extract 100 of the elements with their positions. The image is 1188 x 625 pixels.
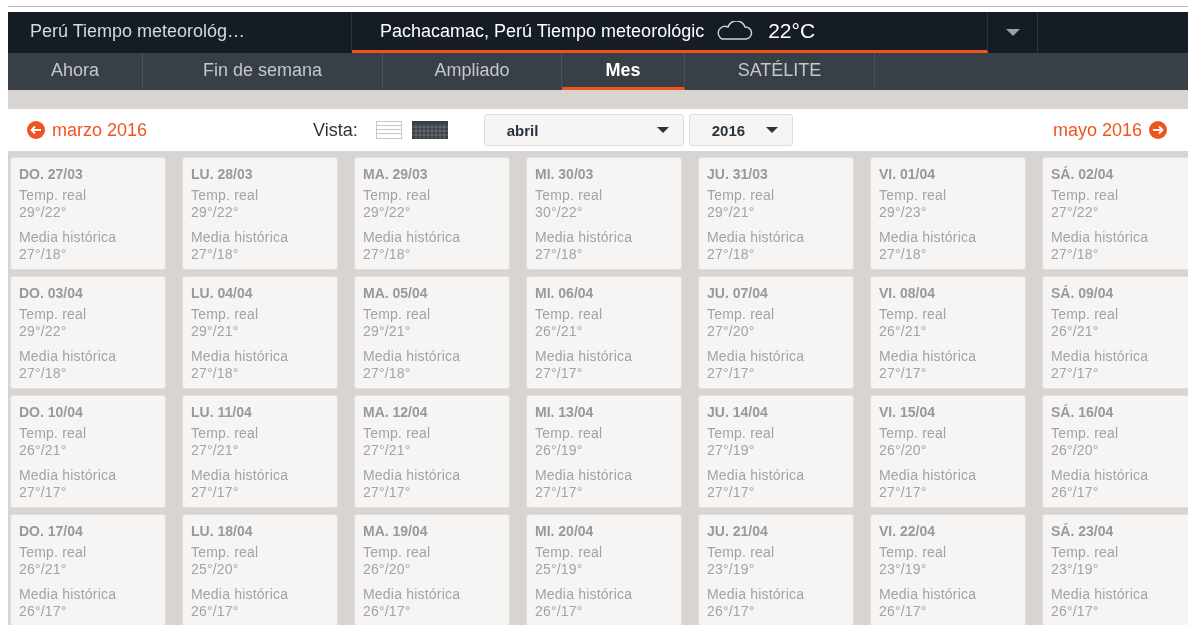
real-temp-label: Temp. real (1051, 306, 1120, 323)
day-card[interactable]: DO. 17/04 Temp. real 26°/21° Media histórica 26°/17° (10, 514, 166, 625)
day-card[interactable]: VI. 08/04 Temp. real 26°/21° Media histórica 27°/17° (870, 276, 1026, 389)
real-temp-value: 29°/22° (363, 204, 412, 221)
day-date: LU. 28/03 (191, 166, 254, 182)
day-card[interactable]: JU. 14/04 Temp. real 27°/19° Media histórica 27°/17° (698, 395, 854, 508)
average-temp-value: 27°/17° (707, 365, 756, 382)
day-date: MI. 30/03 (535, 166, 595, 182)
average-temp-label: Media histórica (535, 229, 634, 246)
real-temp-value: 27°/20° (707, 323, 756, 340)
average-temp-value: 27°/17° (19, 484, 68, 501)
day-date: DO. 17/04 (19, 523, 84, 539)
real-temp-label: Temp. real (707, 306, 776, 323)
real-temp-value: 26°/20° (879, 442, 928, 459)
average-temp-value: 27°/17° (1051, 365, 1100, 382)
month-select[interactable]: abril (483, 114, 684, 146)
day-date: SÁ. 09/04 (1051, 285, 1115, 301)
real-temp-value: 26°/21° (19, 442, 68, 459)
average-temp-label: Media histórica (19, 229, 118, 246)
day-card[interactable]: LU. 18/04 Temp. real 25°/20° Media histórica 26°/17° (182, 514, 338, 625)
real-temp-value: 27°/19° (707, 442, 756, 459)
day-card[interactable]: SÁ. 23/04 Temp. real 23°/19° Media histórica 26°/17° (1042, 514, 1188, 625)
average-temp-value: 27°/17° (879, 484, 928, 501)
real-temp-label: Temp. real (879, 425, 948, 442)
average-temp-label: Media histórica (363, 229, 462, 246)
day-card[interactable]: MA. 12/04 Temp. real 27°/21° Media histórica 27°/17° (354, 395, 510, 508)
real-temp-value: 27°/21° (191, 442, 240, 459)
day-date: VI. 01/04 (879, 166, 937, 182)
average-temp-label: Media histórica (19, 348, 118, 365)
next-month-link[interactable]: mayo 2016 (1052, 119, 1168, 141)
average-temp-value: 26°/17° (707, 603, 756, 620)
day-card[interactable]: LU. 11/04 Temp. real 27°/21° Media histórica 27°/17° (182, 395, 338, 508)
day-date: VI. 15/04 (879, 404, 937, 420)
day-card[interactable]: LU. 04/04 Temp. real 29°/21° Media histórica 27°/18° (182, 276, 338, 389)
real-temp-label: Temp. real (535, 425, 604, 442)
day-date: DO. 03/04 (19, 285, 84, 301)
average-temp-label: Media histórica (535, 467, 634, 484)
day-card[interactable]: MI. 20/04 Temp. real 25°/19° Media histórica 26°/17° (526, 514, 682, 625)
real-temp-value: 25°/19° (535, 561, 584, 578)
average-temp-label: Media histórica (363, 348, 462, 365)
day-card[interactable]: DO. 10/04 Temp. real 26°/21° Media histórica 27°/17° (10, 395, 166, 508)
real-temp-label: Temp. real (19, 187, 88, 204)
average-temp-label: Media histórica (535, 348, 634, 365)
real-temp-label: Temp. real (879, 306, 948, 323)
real-temp-value: 23°/19° (707, 561, 756, 578)
real-temp-value: 29°/21° (363, 323, 412, 340)
day-card[interactable]: MA. 29/03 Temp. real 29°/22° Media histórica 27°/18° (354, 157, 510, 270)
day-card[interactable]: DO. 27/03 Temp. real 29°/22° Media histórica 27°/18° (10, 157, 166, 270)
previous-month-link[interactable]: marzo 2016 (26, 119, 148, 141)
real-temp-value: 29°/22° (191, 204, 240, 221)
day-card[interactable]: JU. 07/04 Temp. real 27°/20° Media histórica 27°/17° (698, 276, 854, 389)
day-card[interactable]: JU. 21/04 Temp. real 23°/19° Media histórica 26°/17° (698, 514, 854, 625)
day-date: SÁ. 02/04 (1051, 166, 1115, 182)
real-temp-value: 23°/19° (1051, 561, 1100, 578)
day-card[interactable]: MI. 13/04 Temp. real 26°/19° Media histórica 27°/17° (526, 395, 682, 508)
real-temp-label: Temp. real (191, 544, 260, 561)
average-temp-label: Media histórica (1051, 348, 1150, 365)
real-temp-label: Temp. real (707, 187, 776, 204)
average-temp-value: 27°/18° (19, 246, 68, 263)
day-card[interactable]: MA. 05/04 Temp. real 29°/21° Media histórica 27°/18° (354, 276, 510, 389)
average-temp-label: Media histórica (1051, 586, 1150, 603)
view-label: Vista: (313, 119, 358, 141)
real-temp-label: Temp. real (191, 425, 260, 442)
day-card[interactable]: SÁ. 16/04 Temp. real 26°/20° Media histórica 26°/17° (1042, 395, 1188, 508)
day-date: SÁ. 16/04 (1051, 404, 1115, 420)
day-card[interactable]: VI. 22/04 Temp. real 23°/19° Media histórica 26°/17° (870, 514, 1026, 625)
real-temp-value: 27°/22° (1051, 204, 1100, 221)
average-temp-value: 27°/18° (363, 246, 412, 263)
real-temp-value: 26°/20° (363, 561, 412, 578)
day-card[interactable]: VI. 15/04 Temp. real 26°/20° Media histórica 27°/17° (870, 395, 1026, 508)
day-date: MI. 13/04 (535, 404, 595, 420)
average-temp-value: 26°/17° (1051, 484, 1100, 501)
day-card[interactable]: VI. 01/04 Temp. real 29°/23° Media histórica 27°/18° (870, 157, 1026, 270)
day-card[interactable]: SÁ. 09/04 Temp. real 26°/21° Media histórica 27°/17° (1042, 276, 1188, 389)
year-select[interactable]: 2016 (688, 114, 793, 146)
average-temp-label: Media histórica (19, 467, 118, 484)
real-temp-label: Temp. real (879, 187, 948, 204)
caret-icon (765, 126, 778, 134)
average-temp-label: Media histórica (191, 467, 290, 484)
real-temp-value: 27°/21° (363, 442, 412, 459)
real-temp-label: Temp. real (191, 306, 260, 323)
day-card[interactable]: JU. 31/03 Temp. real 29°/21° Media histórica 27°/18° (698, 157, 854, 270)
day-date: VI. 08/04 (879, 285, 937, 301)
grid-view-icon[interactable] (411, 121, 448, 139)
day-card[interactable]: LU. 28/03 Temp. real 29°/22° Media histórica 27°/18° (182, 157, 338, 270)
real-temp-label: Temp. real (19, 306, 88, 323)
average-temp-label: Media histórica (363, 586, 462, 603)
real-temp-value: 30°/22° (535, 204, 584, 221)
day-card[interactable]: MA. 19/04 Temp. real 26°/20° Media histórica 26°/17° (354, 514, 510, 625)
real-temp-value: 26°/19° (535, 442, 584, 459)
real-temp-label: Temp. real (191, 187, 260, 204)
day-card[interactable]: SÁ. 02/04 Temp. real 27°/22° Media histórica 27°/18° (1042, 157, 1188, 270)
day-card[interactable]: MI. 30/03 Temp. real 30°/22° Media histórica 27°/18° (526, 157, 682, 270)
day-card[interactable]: MI. 06/04 Temp. real 26°/21° Media histórica 27°/17° (526, 276, 682, 389)
real-temp-value: 26°/21° (879, 323, 928, 340)
real-temp-value: 26°/21° (1051, 323, 1100, 340)
arrow-left-icon (26, 120, 46, 140)
average-temp-label: Media histórica (879, 467, 978, 484)
day-date: LU. 11/04 (191, 404, 253, 420)
day-card[interactable]: DO. 03/04 Temp. real 29°/22° Media histórica 27°/18° (10, 276, 166, 389)
